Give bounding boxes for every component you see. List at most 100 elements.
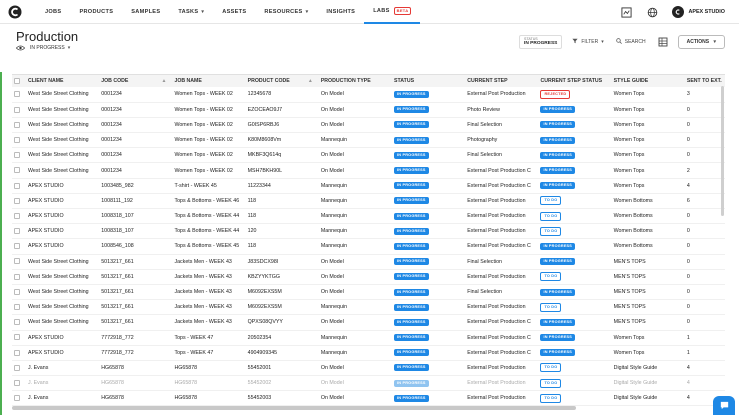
table-row[interactable]: APEX STUDIO 1008318_107 Tops & Bottoms - W… [12, 223, 725, 240]
table-row[interactable]: APEX STUDIO 1008318_107 Tops & Bottoms - W… [12, 208, 725, 225]
table-cell: External Post Production [465, 193, 539, 210]
table-row[interactable]: West Side Street Clothing 5013217_661 Jack… [12, 254, 725, 270]
table-row[interactable]: West Side Street Clothing 5013217_661 Jack… [12, 284, 725, 301]
nav-item-insights[interactable]: INSIGHTS [317, 0, 364, 24]
table-cell: MEN'S TOPS [611, 314, 685, 331]
nav-item-products[interactable]: PRODUCTS [70, 0, 122, 24]
column-header-production-type[interactable]: PRODUCTION TYPE [318, 75, 393, 87]
table-row[interactable]: West Side Street Clothing 0001234 Women To… [12, 162, 725, 179]
table-row[interactable]: APEX STUDIO 1008546_108 Tops & Bottoms - W… [12, 238, 725, 255]
row-checkbox[interactable] [14, 349, 20, 356]
row-checkbox[interactable] [14, 212, 20, 219]
column-header-job-code[interactable]: JOB CODE ▲ [99, 75, 173, 87]
row-checkbox[interactable] [14, 304, 20, 311]
table-cell: 4 [684, 360, 725, 377]
globe-icon[interactable] [646, 6, 658, 18]
status-badge: IN PROGRESS [394, 242, 429, 250]
nav-item-assets[interactable]: ASSETS [213, 0, 255, 24]
row-checkbox[interactable] [14, 273, 20, 280]
sort-ascending-icon[interactable]: ▲ [308, 78, 313, 84]
nav-item-labs[interactable]: LABS BETA [364, 0, 421, 24]
column-header-current-step[interactable]: CURRENT STEP [465, 75, 539, 87]
account-name[interactable]: APEX STUDIO [688, 9, 725, 15]
table-cell: External Post Production C [465, 330, 539, 346]
analytics-icon[interactable] [620, 6, 632, 18]
nav-item-label: PRODUCTS [79, 8, 114, 15]
row-checkbox[interactable] [14, 379, 20, 386]
account-avatar[interactable] [672, 6, 685, 18]
table-cell: 1008546_108 [99, 238, 173, 255]
table-row[interactable]: West Side Street Clothing 5013217_661 Jack… [12, 269, 725, 285]
table-row[interactable]: West Side Street Clothing 5013217_661 Jack… [12, 314, 725, 331]
row-checkbox[interactable] [14, 152, 20, 159]
row-checkbox[interactable] [14, 167, 20, 174]
row-checkbox[interactable] [14, 258, 20, 265]
select-all-checkbox[interactable] [14, 77, 20, 84]
main-nav: JOBS PRODUCTS SAMPLES TASKS ▾ ASSETS RESOURCES… [36, 0, 421, 24]
nav-item-jobs[interactable]: JOBS [36, 0, 70, 24]
grid-view-icon[interactable] [658, 37, 668, 47]
row-checkbox[interactable] [14, 228, 20, 235]
table-row[interactable]: APEX STUDIO 7772918_772 Tops - WEEK 47 4904… [12, 345, 725, 361]
row-checkbox[interactable] [14, 91, 20, 98]
chat-launcher-button[interactable] [713, 396, 735, 415]
nav-item-label: RESOURCES [264, 8, 303, 15]
column-header-product-code[interactable]: PRODUCT CODE ▲ [245, 75, 319, 87]
row-checkbox[interactable] [14, 182, 20, 189]
actions-button[interactable]: ACTIONS ▾ [677, 35, 725, 49]
table-row[interactable]: West Side Street Clothing 5013217_661 Jack… [12, 299, 725, 316]
status-filter-select[interactable]: STATUS IN PROGRESS [519, 35, 563, 49]
column-header-status[interactable]: STATUS [392, 75, 466, 87]
column-header-client-name[interactable]: CLIENT NAME [26, 75, 100, 87]
row-select-cell [12, 330, 27, 346]
table-row[interactable]: APEX STUDIO 1008111_192 Tops & Bottoms - W… [12, 193, 725, 210]
table-row[interactable]: West Side Street Clothing 0001234 Women To… [12, 87, 725, 103]
row-checkbox[interactable] [14, 319, 20, 326]
nav-item-tasks[interactable]: TASKS ▾ [169, 0, 213, 24]
status-badge: IN PROGRESS [394, 227, 429, 235]
row-checkbox[interactable] [14, 395, 20, 402]
column-header-sent-to-ext[interactable]: SENT TO EXT. [684, 75, 725, 87]
table-cell: 4 [684, 375, 725, 392]
table-row[interactable]: J. Evans HG65878 HG65878 55452003 On Model IN… [12, 390, 725, 406]
table-cell: IN PROGRESS [392, 390, 466, 406]
table-row[interactable]: APEX STUDIO 7772918_772 Tops - WEEK 47 2050… [12, 330, 725, 346]
row-checkbox[interactable] [14, 197, 20, 204]
column-header-current-step-status[interactable]: CURRENT STEP STATUS [538, 75, 612, 87]
nav-item-samples[interactable]: SAMPLES [122, 0, 169, 24]
view-selector[interactable]: IN PROGRESS ▾ [16, 45, 70, 51]
table-row[interactable]: West Side Street Clothing 0001234 Women To… [12, 117, 725, 134]
row-checkbox[interactable] [14, 106, 20, 113]
table-row[interactable]: West Side Street Clothing 0001234 Women To… [12, 132, 725, 149]
app-logo-icon[interactable] [8, 5, 22, 19]
table-row[interactable]: J. Evans HG65878 HG65878 55452001 On Model IN… [12, 360, 725, 377]
row-checkbox[interactable] [14, 136, 20, 143]
table-row[interactable]: West Side Street Clothing 0001234 Women To… [12, 102, 725, 118]
row-checkbox[interactable] [14, 334, 20, 341]
horizontal-scrollbar[interactable] [12, 406, 576, 410]
row-checkbox[interactable] [14, 288, 20, 295]
table-cell: West Side Street Clothing [26, 314, 100, 331]
sort-ascending-icon[interactable]: ▲ [161, 78, 166, 84]
column-header-job-name[interactable]: JOB NAME [172, 75, 246, 87]
table-cell: On Model [318, 102, 393, 118]
table-cell: West Side Street Clothing [26, 147, 100, 164]
table-cell: West Side Street Clothing [26, 102, 100, 118]
table-cell: External Post Production C [465, 238, 539, 255]
row-checkbox[interactable] [14, 364, 20, 371]
table-cell: 6 [684, 193, 725, 210]
table-cell: West Side Street Clothing [26, 284, 100, 301]
row-checkbox[interactable] [14, 121, 20, 128]
row-checkbox[interactable] [14, 243, 20, 250]
table-row[interactable]: J. Evans HG65878 HG65878 55452002 On Model IN… [12, 375, 725, 392]
column-header-style-guide[interactable]: STYLE GUIDE [611, 75, 685, 87]
table-cell: West Side Street Clothing [26, 299, 100, 316]
table-row[interactable]: West Side Street Clothing 0001234 Women To… [12, 147, 725, 164]
table-cell: Final Selection [465, 147, 539, 164]
table-row[interactable]: APEX STUDIO 1003485_982 T-shirt - WEEK 45 1… [12, 178, 725, 194]
filter-button[interactable]: FILTER ▾ [572, 38, 604, 46]
nav-item-resources[interactable]: RESOURCES ▾ [255, 0, 317, 24]
table-cell: IN PROGRESS [538, 147, 612, 164]
vertical-scrollbar[interactable] [721, 86, 724, 216]
search-button[interactable]: SEARCH [616, 38, 646, 46]
